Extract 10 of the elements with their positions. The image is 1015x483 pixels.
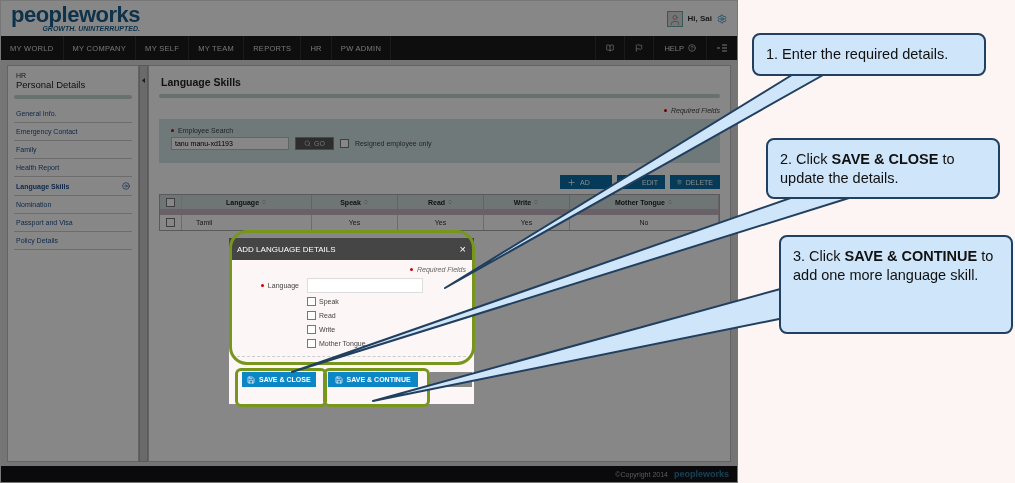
- callout-text: 2. Click SAVE & CLOSE to update the details.: [780, 151, 955, 186]
- logo: peopleworks: [11, 5, 140, 25]
- close-button[interactable]: ×: [459, 243, 466, 255]
- sidebar-title: Personal Details: [15, 79, 87, 90]
- greeting: Hi, Sai: [687, 14, 712, 23]
- callout-text: 3. Click SAVE & CONTINUE to add one more language skill.: [793, 248, 994, 283]
- page-title: Language Skills: [161, 76, 242, 88]
- callout-text: 1. Enter the required details.: [766, 46, 949, 62]
- footer-logo: peopleworks: [674, 469, 729, 479]
- dialog-title: ADD LANGUAGE DETAILS: [237, 244, 336, 254]
